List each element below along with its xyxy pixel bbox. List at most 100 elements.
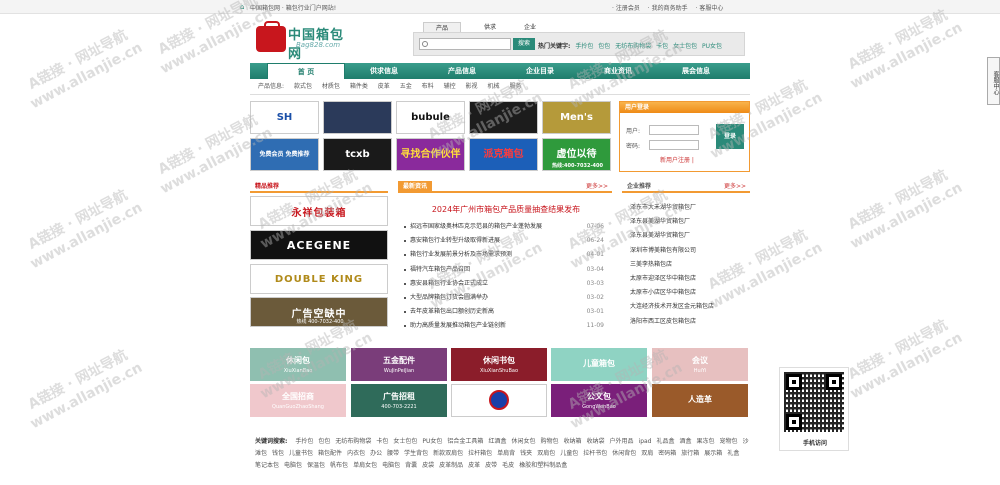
- company-item[interactable]: 三美李热箱包店: [630, 259, 672, 268]
- hot-keyword[interactable]: 女士包包: [673, 43, 697, 50]
- company-item[interactable]: 大连经济技术开发区金元箱包店: [630, 301, 714, 310]
- news-item[interactable]: 大型品牌箱包订货会圆满举办 03-02: [404, 293, 604, 303]
- keyword-link[interactable]: PU女包: [422, 438, 442, 445]
- keyword-link[interactable]: 皮革: [468, 462, 480, 469]
- keyword-link[interactable]: 皮革制品: [439, 462, 463, 469]
- keyword-link[interactable]: 橡胶和塑料制品盒: [519, 462, 567, 469]
- keyword-link[interactable]: 学生背包: [404, 450, 428, 457]
- keyword-link[interactable]: 卡包: [376, 438, 388, 445]
- keyword-link[interactable]: 酒盒: [680, 438, 692, 445]
- company-item[interactable]: 泽东县美湖华贸箱包厂: [630, 216, 690, 225]
- keyword-link[interactable]: 拉杆箱包: [468, 450, 492, 457]
- keyword-link[interactable]: 单肩背: [497, 450, 515, 457]
- keyword-link[interactable]: 户外用品: [610, 438, 634, 445]
- keyword-link[interactable]: 钱夹: [520, 450, 532, 457]
- company-item[interactable]: 太原市迎泽区华中箱包店: [630, 273, 696, 282]
- keyword-link[interactable]: 收纳袋: [587, 438, 605, 445]
- keyword-link[interactable]: 保温包: [307, 462, 325, 469]
- keyword-link[interactable]: 展示箱: [704, 450, 722, 457]
- category-banner[interactable]: 人造革: [652, 384, 748, 417]
- partner-logo-tile[interactable]: [323, 101, 392, 134]
- nav-supply[interactable]: 供求信息: [345, 63, 423, 79]
- keyword-link[interactable]: ipad: [639, 438, 652, 445]
- subnav-item[interactable]: 影视: [466, 83, 478, 90]
- news-item[interactable]: 助力高质量发展推动箱包产业链创新 11-09: [404, 321, 604, 331]
- home-icon[interactable]: ⌂: [240, 3, 244, 11]
- nav-news[interactable]: 商业资讯: [579, 63, 657, 79]
- news-item-title[interactable]: 箱包行业发展前景分析及市场需求预测: [410, 250, 580, 260]
- subnav-item[interactable]: 辅控: [444, 83, 456, 90]
- subnav-item[interactable]: 材质包: [322, 83, 340, 90]
- news-item-title[interactable]: 招远市国家级奥林匹克示范县的箱包产业蓬勃发展: [410, 222, 580, 232]
- keyword-link[interactable]: 电脑包: [382, 462, 400, 469]
- keyword-link[interactable]: 购物包: [540, 438, 558, 445]
- keyword-link[interactable]: 双肩: [641, 450, 653, 457]
- news-more-link[interactable]: 更多>>: [586, 181, 608, 193]
- category-banner[interactable]: 公文包 GongWenBao: [551, 384, 647, 417]
- news-item-title[interactable]: 助力高质量发展推动箱包产业链创新: [410, 321, 580, 331]
- keyword-link[interactable]: 电脑包: [284, 462, 302, 469]
- company-item[interactable]: 泽东市大禾湖华贸箱包厂: [630, 202, 696, 211]
- news-item[interactable]: 福特汽车箱包产品召回 03-04: [404, 265, 604, 275]
- keyword-link[interactable]: 礼盒: [727, 450, 739, 457]
- subnav-item[interactable]: 服务: [509, 83, 521, 90]
- category-banner[interactable]: 广告招租 400-703-2221: [351, 384, 447, 417]
- news-item[interactable]: 惠安县箱包行业协会正式成立 03-03: [404, 279, 604, 289]
- register-link[interactable]: · 注册会员: [612, 5, 640, 12]
- keyword-link[interactable]: 女士包包: [393, 438, 417, 445]
- keyword-link[interactable]: 收纳箱: [563, 438, 581, 445]
- keyword-link[interactable]: 宠物包: [720, 438, 738, 445]
- news-item[interactable]: 惠安箱包行业转型升级取得新进展 06-24: [404, 236, 604, 246]
- username-field[interactable]: [649, 125, 699, 135]
- news-item[interactable]: 去年皮革箱包出口额创历史新高 03-01: [404, 307, 604, 317]
- partner-logo-tile[interactable]: bubule: [396, 101, 465, 134]
- keyword-link[interactable]: 帆布包: [330, 462, 348, 469]
- password-field[interactable]: [649, 140, 699, 150]
- subnav-item[interactable]: 箱件类: [350, 83, 368, 90]
- category-banner[interactable]: 全国招商 QuanGuoZhaoShang: [250, 384, 346, 417]
- subnav-item[interactable]: 款式包: [294, 83, 312, 90]
- business-assistant-link[interactable]: · 我的商务助手: [648, 5, 688, 12]
- company-item[interactable]: 深圳市博美箱包有限公司: [630, 245, 696, 254]
- keyword-link[interactable]: 内衣包: [347, 450, 365, 457]
- news-item-title[interactable]: 去年皮革箱包出口额创历史新高: [410, 307, 580, 317]
- hot-keyword[interactable]: 无纺布购物袋: [615, 43, 651, 50]
- company-item[interactable]: 洛阳市西工区皮包箱包店: [630, 316, 696, 325]
- keyword-link[interactable]: 背囊: [405, 462, 417, 469]
- featured-ad[interactable]: 广告空缺中 热线 400-7032-400: [250, 297, 388, 327]
- nav-home[interactable]: 首 页: [267, 63, 345, 79]
- subnav-item[interactable]: 布料: [422, 83, 434, 90]
- hot-keyword[interactable]: 手拎包: [575, 43, 593, 50]
- category-banner[interactable]: 会议 HuiYi: [652, 348, 748, 381]
- category-banner[interactable]: 儿童箱包: [551, 348, 647, 381]
- keyword-link[interactable]: 旅行箱: [681, 450, 699, 457]
- featured-ad[interactable]: 永祥包装箱: [250, 196, 388, 226]
- keyword-link[interactable]: 儿童包: [560, 450, 578, 457]
- keyword-link[interactable]: 腰带: [387, 450, 399, 457]
- subnav-item[interactable]: 五金: [400, 83, 412, 90]
- subnav-item[interactable]: 皮革: [378, 83, 390, 90]
- customer-service-float[interactable]: 客服中心: [987, 57, 1000, 105]
- news-item-title[interactable]: 福特汽车箱包产品召回: [410, 265, 580, 275]
- category-banner[interactable]: [451, 384, 547, 417]
- hot-keyword[interactable]: PU女包: [702, 43, 722, 50]
- news-item-title[interactable]: 大型品牌箱包订货会圆满举办: [410, 293, 580, 303]
- partner-logo-tile[interactable]: [469, 101, 538, 134]
- partner-logo-tile[interactable]: Men's: [542, 101, 611, 134]
- company-item[interactable]: 太原市小店区华中箱包店: [630, 287, 696, 296]
- keyword-link[interactable]: 办公: [370, 450, 382, 457]
- partner-logo-tile[interactable]: 派克箱包: [469, 138, 538, 171]
- search-input[interactable]: [419, 38, 511, 50]
- companies-more-link[interactable]: 更多>>: [724, 181, 746, 193]
- keyword-link[interactable]: 双肩包: [537, 450, 555, 457]
- keyword-link[interactable]: 红酒盒: [488, 438, 506, 445]
- keyword-link[interactable]: 休闲女包: [511, 438, 535, 445]
- company-item[interactable]: 泽东县美湖华贸箱包厂: [630, 230, 690, 239]
- keyword-link[interactable]: 儿童书包: [289, 450, 313, 457]
- featured-ad[interactable]: ACEGENE: [250, 230, 388, 260]
- keyword-link[interactable]: 拉杆书包: [583, 450, 607, 457]
- keyword-link[interactable]: 果冻包: [697, 438, 715, 445]
- news-headline[interactable]: 2024年广州市箱包产品质量抽查结果发布: [400, 204, 612, 215]
- partner-logo-tile[interactable]: 免费会员 免费推荐: [250, 138, 319, 171]
- partner-logo-tile[interactable]: 虚位以待 热线:400-7032-400: [542, 138, 611, 171]
